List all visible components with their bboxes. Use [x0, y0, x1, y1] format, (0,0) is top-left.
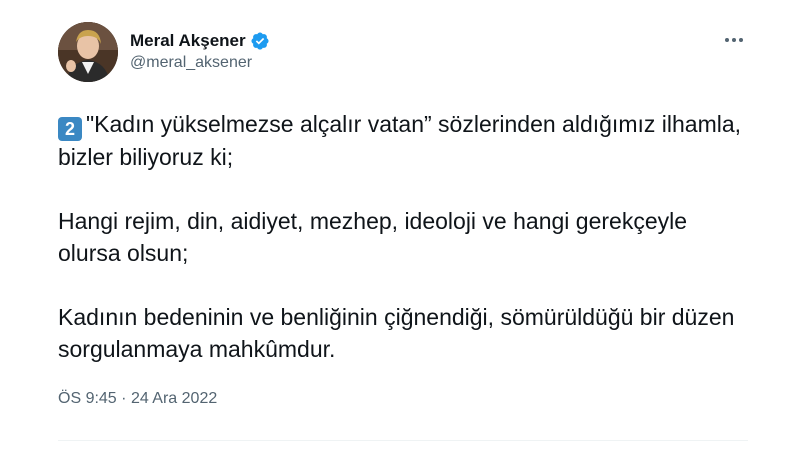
more-horizontal-icon[interactable] [720, 30, 748, 50]
tweet-text: 2 "Kadın yükselmezse alçalır vatan” sözle… [58, 108, 748, 365]
tweet-timestamp[interactable]: ÖS 9:45 · 24 Ara 2022 [58, 389, 748, 409]
tweet-line: "Kadın yükselmezse alçalır vatan” sözler… [58, 111, 742, 170]
dot [739, 38, 743, 42]
tweet-paragraph: Kadının bedeninin ve benliğinin çiğnendi… [58, 301, 748, 365]
tweet-card: Meral Akşener @meral_aksener 2 "Kadın yük… [58, 22, 748, 409]
name-row: Meral Akşener [130, 30, 270, 52]
verified-badge-icon [250, 31, 270, 51]
avatar[interactable] [58, 22, 118, 82]
tweet-line: Kadının bedeninin ve benliğinin çiğnendi… [58, 304, 735, 362]
divider [58, 440, 748, 441]
author-names: Meral Akşener @meral_aksener [130, 30, 270, 74]
tweet-paragraph: 2 "Kadın yükselmezse alçalır vatan” sözle… [58, 108, 748, 173]
tweet-paragraph: Hangi rejim, din, aidiyet, mezhep, ideol… [58, 205, 748, 269]
tweet-date: 24 Ara 2022 [130, 390, 218, 407]
meta-separator: · [121, 390, 127, 407]
tweet-header: Meral Akşener @meral_aksener [58, 22, 748, 82]
dot [732, 38, 736, 42]
display-name[interactable]: Meral Akşener [130, 30, 246, 52]
tweet-time: ÖS 9:45 [58, 390, 117, 407]
dot [725, 38, 729, 42]
author-handle[interactable]: @meral_aksener [130, 52, 270, 74]
keycap-number-emoji: 2 [58, 117, 82, 141]
tweet-line: Hangi rejim, din, aidiyet, mezhep, ideol… [58, 208, 688, 266]
